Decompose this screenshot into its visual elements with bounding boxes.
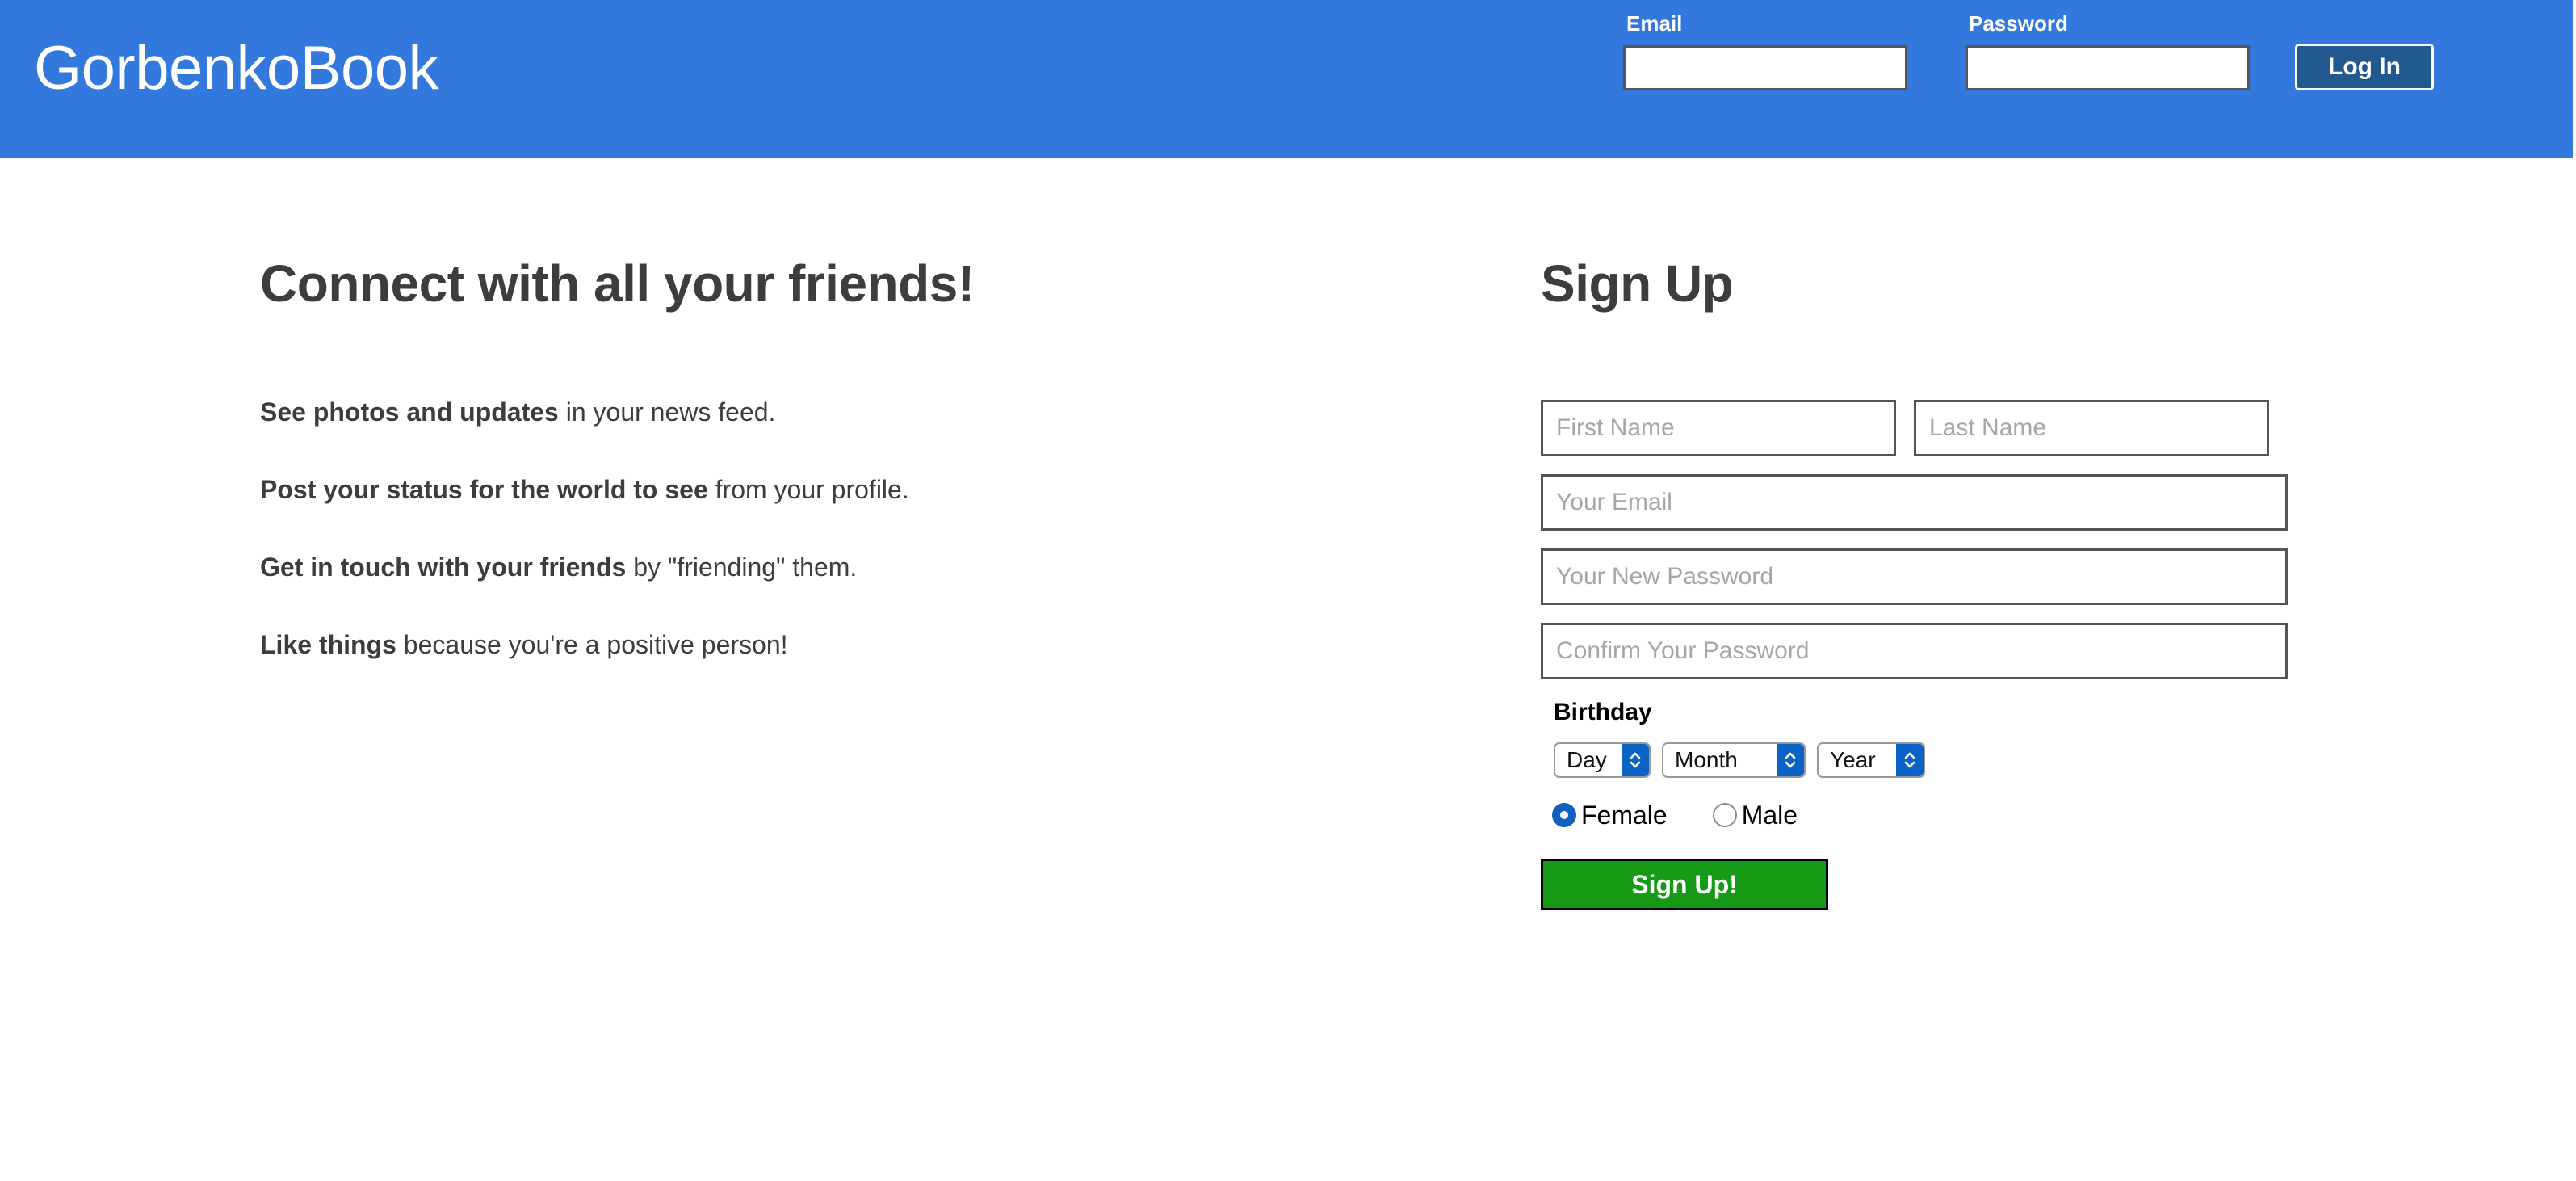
confirm-password-input[interactable] [1541,623,2288,679]
birthday-day-value: Day [1567,747,1607,772]
login-password-group: Password [1966,11,2250,90]
email-input[interactable] [1541,474,2288,531]
pitch-item-rest: by "friending" them. [626,553,858,582]
birthday-day-select[interactable]: Day [1554,742,1651,778]
chevron-updown-icon[interactable] [1896,744,1924,776]
log-in-button[interactable]: Log In [2295,44,2434,90]
signup-title: Sign Up [1541,254,1734,313]
name-field-row [1541,400,2316,456]
password-field-row [1541,548,2316,605]
page-title: Connect with all your friends! [260,254,975,313]
pitch-list: See photos and updates in your news feed… [260,397,1431,660]
login-password-label: Password [1969,11,2068,36]
chevron-updown-icon[interactable] [1777,744,1804,776]
login-email-input[interactable] [1623,45,1907,90]
birthday-label: Birthday [1554,699,1652,725]
birthday-row: Day Month Year [1541,742,2316,778]
login-email-label: Email [1626,11,1683,36]
list-item: See photos and updates in your news feed… [260,397,1431,427]
pitch-item-bold: Like things [260,630,396,659]
header-login-form: Email Password Log In [1623,11,2434,90]
new-password-input[interactable] [1541,548,2288,605]
first-name-input[interactable] [1541,400,1896,456]
pitch-section: Connect with all your friends! See photo… [260,254,1431,660]
birthday-month-value: Month [1675,747,1738,772]
login-email-group: Email [1623,11,1907,90]
pitch-item-rest: because you're a positive person! [396,630,788,659]
site-logo[interactable]: GorbenkoBook [34,34,439,103]
radio-male-icon[interactable] [1712,803,1737,827]
last-name-input[interactable] [1914,400,2269,456]
list-item: Like things because you're a positive pe… [260,629,1431,660]
list-item: Get in touch with your friends by "frien… [260,552,1431,582]
login-password-input[interactable] [1966,45,2250,90]
gender-female-label: Female [1581,801,1668,830]
birthday-year-select[interactable]: Year [1817,742,1925,778]
sign-up-button[interactable]: Sign Up! [1541,859,1828,910]
email-field-row [1541,474,2316,531]
pitch-item-bold: See photos and updates [260,397,559,427]
gender-option-male[interactable]: Male [1712,801,1798,830]
pitch-item-rest: from your profile. [707,475,909,504]
signup-section: Sign Up Birthday Day [1541,254,2316,910]
main-content: Connect with all your friends! See photo… [0,158,2576,1181]
site-header: GorbenkoBook Email Password Log In [0,0,2573,158]
list-item: Post your status for the world to see fr… [260,474,1431,505]
birthday-year-value: Year [1830,747,1876,772]
pitch-item-bold: Get in touch with your friends [260,553,627,582]
gender-option-female[interactable]: Female [1552,801,1668,830]
birthday-month-select[interactable]: Month [1662,742,1806,778]
confirm-password-field-row [1541,623,2316,679]
pitch-item-bold: Post your status for the world to see [260,475,708,504]
radio-female-icon[interactable] [1552,803,1576,827]
gender-male-label: Male [1741,801,1798,830]
gender-row: Female Male [1541,801,2316,830]
chevron-updown-icon[interactable] [1622,744,1649,776]
pitch-item-rest: in your news feed. [558,397,776,427]
signup-form: Birthday Day Month [1541,400,2316,910]
